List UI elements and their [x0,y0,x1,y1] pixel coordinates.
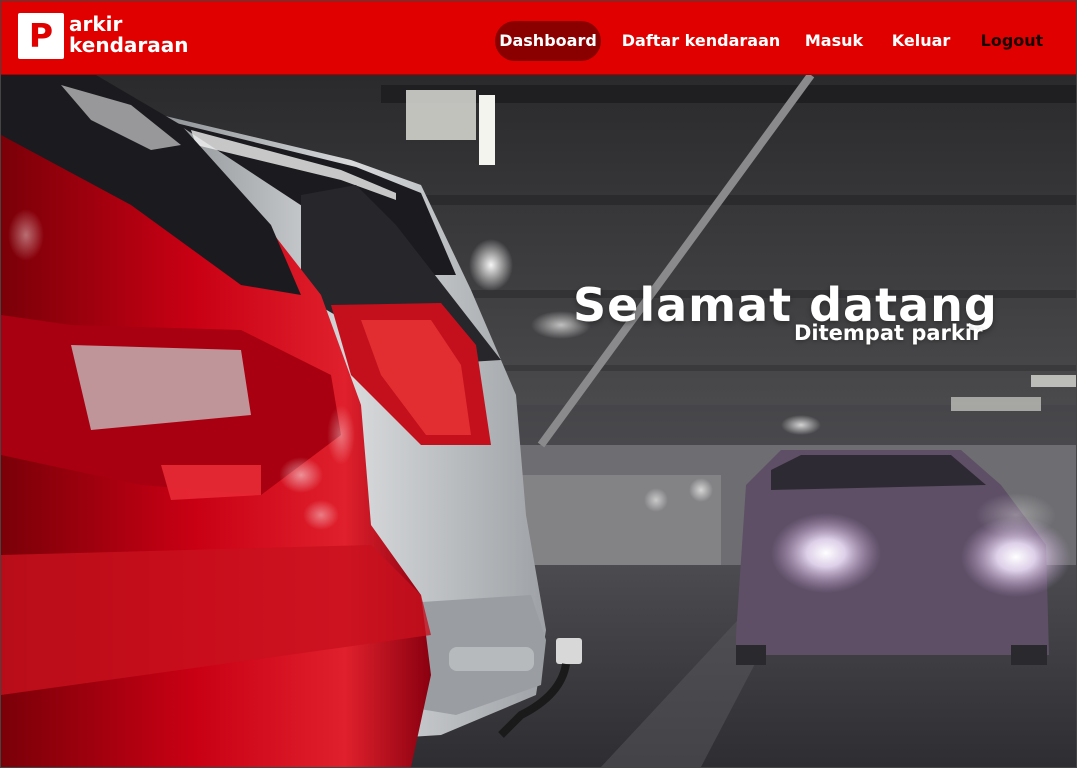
hero-banner: Selamat datang Ditempat parkir [1,75,1076,767]
hero-subtitle: Ditempat parkir [794,321,983,346]
page: P arkir kendaraan Dashboard Daftar kenda… [0,0,1077,768]
nav-keluar[interactable]: Keluar [885,21,957,61]
nav-daftar-kendaraan[interactable]: Daftar kendaraan [619,21,783,61]
nav-masuk[interactable]: Masuk [798,21,870,61]
parking-garage-image [1,75,1076,767]
nav-dashboard[interactable]: Dashboard [495,21,601,61]
navbar: P arkir kendaraan Dashboard Daftar kenda… [1,1,1076,75]
main-nav: Dashboard Daftar kendaraan Masuk Keluar … [1,21,1076,61]
nav-logout[interactable]: Logout [975,21,1049,61]
